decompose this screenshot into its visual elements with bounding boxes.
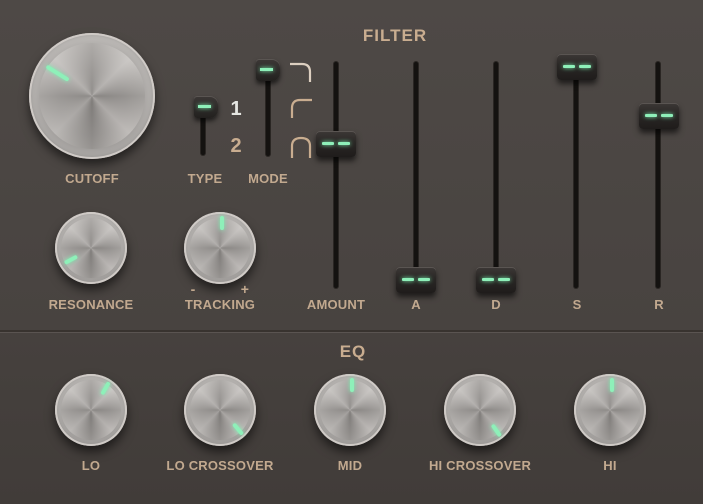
attack-slider-handle[interactable] xyxy=(396,267,436,293)
tracking-indicator xyxy=(220,216,224,230)
eq-lo-crossover-knob[interactable] xyxy=(184,374,256,446)
decay-label: D xyxy=(491,297,501,312)
cutoff-knob[interactable] xyxy=(29,33,155,159)
cutoff-label: CUTOFF xyxy=(65,171,119,186)
eq-hi-knob[interactable] xyxy=(574,374,646,446)
sustain-slider-track xyxy=(574,62,578,288)
amount-slider-handle[interactable] xyxy=(316,131,356,157)
eq-hi-crossover-knob[interactable] xyxy=(444,374,516,446)
tracking-label: TRACKING xyxy=(184,297,256,312)
type-option-2[interactable]: 2 xyxy=(230,135,241,158)
cutoff-indicator xyxy=(45,64,70,82)
highpass-curve-icon[interactable] xyxy=(288,96,314,120)
amount-label: AMOUNT xyxy=(306,297,366,312)
resonance-indicator xyxy=(63,254,79,265)
resonance-label: RESONANCE xyxy=(48,297,134,312)
eq-lo-indicator xyxy=(100,381,111,396)
release-label: R xyxy=(654,297,664,312)
type-switch-handle[interactable] xyxy=(194,96,218,118)
attack-label: A xyxy=(411,297,421,312)
tracking-plus: + xyxy=(240,281,250,297)
eq-hi-crossover-indicator xyxy=(490,423,502,438)
eq-title: EQ xyxy=(339,342,367,361)
release-slider-track xyxy=(656,62,660,288)
attack-slider-track xyxy=(414,62,418,288)
bandpass-curve-icon[interactable] xyxy=(288,134,314,160)
decay-slider-handle[interactable] xyxy=(476,267,516,293)
eq-lo-crossover-indicator xyxy=(232,422,245,436)
decay-slider-track xyxy=(494,62,498,288)
tracking-minus: - xyxy=(190,281,196,297)
type-option-1[interactable]: 1 xyxy=(230,98,241,121)
type-label: TYPE xyxy=(187,171,223,186)
eq-mid-label: MID xyxy=(337,458,363,473)
sustain-label: S xyxy=(572,297,582,312)
eq-hi-label: HI xyxy=(603,458,617,473)
eq-lo-label: LO xyxy=(81,458,101,473)
eq-hi-crossover-label: HI CROSSOVER xyxy=(428,458,532,473)
resonance-knob[interactable] xyxy=(55,212,127,284)
release-slider-handle[interactable] xyxy=(639,103,679,129)
filter-title: FILTER xyxy=(362,26,428,45)
tracking-knob[interactable] xyxy=(184,212,256,284)
eq-lo-crossover-label: LO CROSSOVER xyxy=(166,458,274,473)
amount-slider-track xyxy=(334,62,338,288)
lowpass-curve-icon[interactable] xyxy=(288,60,314,84)
sustain-slider-handle[interactable] xyxy=(557,54,597,80)
eq-hi-indicator xyxy=(610,378,614,392)
mode-switch-handle[interactable] xyxy=(256,59,280,81)
eq-mid-knob[interactable] xyxy=(314,374,386,446)
eq-lo-knob[interactable] xyxy=(55,374,127,446)
mode-label: MODE xyxy=(248,171,288,186)
eq-mid-indicator xyxy=(350,378,354,392)
